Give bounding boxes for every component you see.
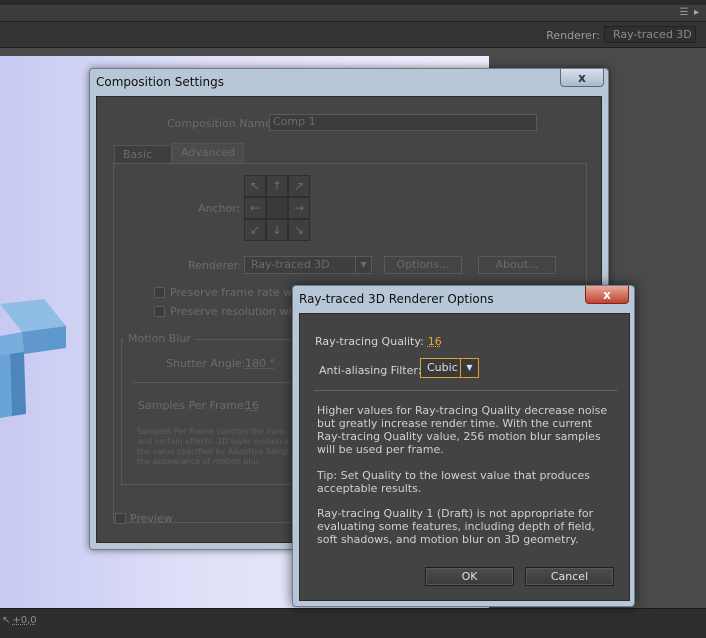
composition-name-label: Composition Name: — [167, 117, 276, 130]
anchor-grid: ↖ ↑ ↗ ← → ↙ ↓ ↘ — [244, 175, 310, 241]
anchor-bottom-left-icon[interactable]: ↙ — [244, 219, 266, 241]
renderer-label: Renderer: — [188, 259, 242, 272]
preserve-resolution-label: Preserve resolution whe — [170, 305, 303, 318]
renderer-select[interactable]: Ray-traced 3D ▼ — [244, 256, 372, 274]
composition-name-input[interactable]: Comp 1 — [269, 114, 537, 131]
viewer-renderer-button[interactable]: Ray-traced 3D — [604, 26, 696, 43]
anchor-right-icon[interactable]: → — [288, 197, 310, 219]
cancel-button[interactable]: Cancel — [525, 567, 614, 586]
antialiasing-filter-value: Cubic — [427, 361, 458, 374]
options-button[interactable]: Options... — [384, 256, 462, 274]
viewer-bottom-bar: ↖ +0,0 — [0, 608, 706, 638]
anchor-center[interactable] — [266, 197, 288, 219]
dialog-body: Ray-tracing Quality: 16 Anti-aliasing Fil… — [299, 313, 630, 601]
quality-warning: Ray-tracing Quality 1 (Draft) is not app… — [317, 507, 595, 546]
anchor-label: Anchor: — [198, 202, 241, 215]
preview-label: Preview — [130, 512, 173, 525]
raytracing-quality-row: Ray-tracing Quality: 16 — [315, 335, 442, 348]
antialiasing-filter-select[interactable]: Cubic ▼ — [420, 358, 479, 378]
samples-per-frame-value[interactable]: 16 — [245, 399, 259, 412]
quality-tip: Tip: Set Quality to the lowest value tha… — [317, 469, 591, 495]
anchor-left-icon[interactable]: ← — [244, 197, 266, 219]
dialog-title: Composition Settings — [96, 75, 224, 89]
raytracing-quality-label: Ray-tracing Quality: — [315, 335, 424, 348]
motion-blur-legend: Motion Blur — [124, 332, 195, 345]
tab-advanced[interactable]: Advanced — [172, 143, 244, 164]
close-button[interactable]: x — [560, 69, 604, 87]
raytracing-quality-value[interactable]: 16 — [428, 335, 442, 348]
raytraced-options-dialog: Ray-traced 3D Renderer Options x Ray-tra… — [292, 285, 635, 607]
chevron-down-icon: ▼ — [355, 257, 371, 273]
shutter-angle-label: Shutter Angle: — [166, 357, 246, 370]
dialog-title: Ray-traced 3D Renderer Options — [299, 292, 494, 306]
chevron-down-icon: ▼ — [460, 359, 478, 377]
viewer-renderer-label: Renderer: — [546, 29, 600, 42]
preview-checkbox[interactable] — [115, 513, 126, 524]
renderer-select-value: Ray-traced 3D — [251, 258, 330, 271]
tab-basic[interactable]: Basic — [114, 145, 172, 164]
preserve-frame-rate-label: Preserve frame rate whe — [170, 286, 306, 299]
anchor-bottom-right-icon[interactable]: ↘ — [288, 219, 310, 241]
panel-tab-bar: ☰ ▸ — [0, 5, 706, 22]
preserve-resolution-checkbox[interactable] — [154, 306, 165, 317]
close-icon[interactable]: ▸ — [694, 7, 704, 19]
anchor-bottom-icon[interactable]: ↓ — [266, 219, 288, 241]
anchor-top-right-icon[interactable]: ↗ — [288, 175, 310, 197]
anchor-top-icon[interactable]: ↑ — [266, 175, 288, 197]
samples-per-frame-label: Samples Per Frame: — [138, 399, 248, 412]
antialiasing-filter-label: Anti-aliasing Filter: — [319, 364, 422, 377]
about-button[interactable]: About... — [478, 256, 556, 274]
quality-description: Higher values for Ray-tracing Quality de… — [317, 404, 608, 456]
ok-button[interactable]: OK — [425, 567, 514, 586]
divider — [314, 390, 617, 391]
exposure-control[interactable]: ↖ +0,0 — [2, 615, 37, 626]
viewer-header: Renderer: Ray-traced 3D — [0, 22, 706, 48]
preserve-frame-rate-checkbox[interactable] — [154, 287, 165, 298]
panel-menu-icon[interactable]: ☰ — [676, 7, 692, 19]
anchor-top-left-icon[interactable]: ↖ — [244, 175, 266, 197]
close-button[interactable]: x — [585, 286, 629, 304]
exposure-value[interactable]: +0,0 — [12, 615, 36, 626]
shutter-angle-value[interactable]: 180 ° — [245, 357, 275, 370]
